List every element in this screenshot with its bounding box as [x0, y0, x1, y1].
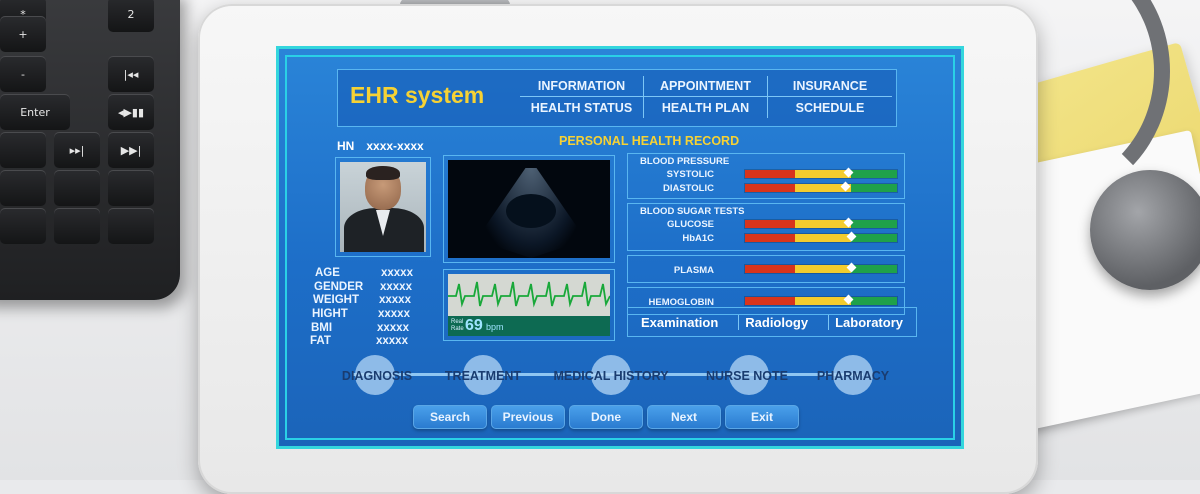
- keyboard-key: Enter: [0, 94, 70, 130]
- vital-value: xxxxx: [381, 267, 413, 279]
- blood-sugar-group: BLOOD SUGAR TESTS GLUCOSE HbA1C: [627, 203, 905, 251]
- search-button[interactable]: Search: [413, 405, 487, 429]
- vital-label: AGE: [315, 267, 340, 279]
- keyboard-key: -: [0, 56, 46, 92]
- hn-value: xxxx-xxxx: [366, 139, 424, 153]
- vital-label: HIGHT: [312, 308, 348, 321]
- action-buttons: Search Previous Done Next Exit: [413, 405, 799, 429]
- blood-sugar-title: BLOOD SUGAR TESTS: [640, 206, 745, 217]
- header-panel: EHR system INFORMATION APPOINTMENT INSUR…: [337, 69, 897, 127]
- keyboard-key: [108, 170, 154, 206]
- keyboard-key: [54, 170, 100, 206]
- keyboard-key: |◂◂: [108, 56, 154, 92]
- keyboard-key: [108, 208, 154, 244]
- ecg-monitor: Real Rate 69 bpm: [448, 274, 610, 336]
- previous-button[interactable]: Previous: [491, 405, 565, 429]
- heart-rate-value: 69: [465, 317, 483, 334]
- keyboard-key: ▸▸|: [54, 132, 100, 168]
- ultrasound-frame: [443, 155, 615, 263]
- ultrasound-image: [448, 160, 610, 258]
- vital-value: xxxxx: [378, 308, 410, 321]
- heart-rate-caption: Real Rate: [451, 319, 464, 332]
- lab-results-panel: BLOOD PRESSURE SYSTOLIC DIASTOLIC BLOOD …: [627, 153, 905, 319]
- timeline-treatment[interactable]: TREATMENT: [445, 369, 521, 383]
- care-timeline: DIAGNOSIS TREATMENT MEDICAL HISTORY NURS…: [333, 355, 893, 395]
- vital-label: FAT: [310, 335, 331, 348]
- lab-label: PLASMA: [673, 265, 714, 276]
- ultrasound-cavity: [506, 194, 556, 228]
- ecg-frame: Real Rate 69 bpm: [443, 269, 615, 341]
- vital-label: WEIGHT: [313, 294, 359, 307]
- level-bar: [745, 231, 897, 242]
- level-bar: [745, 167, 897, 178]
- level-bar: [745, 262, 897, 273]
- keyboard-key: 2: [108, 0, 154, 32]
- lab-row-glucose: GLUCOSE: [628, 217, 904, 231]
- keyboard-key: [0, 132, 46, 168]
- patient-photo-frame: [335, 157, 431, 257]
- vital-value: xxxxx: [380, 280, 412, 293]
- keyboard-key: +: [0, 16, 46, 52]
- vital-value: xxxxx: [377, 321, 409, 334]
- heart-rate-unit: bpm: [486, 322, 504, 332]
- plasma-group: PLASMA: [627, 255, 905, 283]
- timeline-pharmacy[interactable]: PHARMACY: [817, 369, 889, 383]
- blood-pressure-group: BLOOD PRESSURE SYSTOLIC DIASTOLIC: [627, 153, 905, 199]
- timeline-medical-history[interactable]: MEDICAL HISTORY: [553, 369, 668, 383]
- main-menu: INFORMATION APPOINTMENT INSURANCE HEALTH…: [520, 76, 892, 118]
- menu-appointment[interactable]: APPOINTMENT: [644, 76, 768, 97]
- lab-row-diastolic: DIASTOLIC: [628, 181, 904, 195]
- keyboard-key: [0, 208, 46, 244]
- lab-row-hba1c: HbA1C: [628, 231, 904, 245]
- menu-schedule[interactable]: SCHEDULE: [768, 97, 892, 118]
- record-tabs: Examination Radiology Laboratory: [627, 307, 917, 337]
- exit-button[interactable]: Exit: [725, 405, 799, 429]
- patient-photo: [340, 162, 426, 252]
- lab-label: GLUCOSE: [667, 219, 714, 230]
- keyboard-key: [54, 208, 100, 244]
- lab-row-systolic: SYSTOLIC: [628, 167, 904, 181]
- lab-row-plasma: PLASMA: [628, 256, 904, 282]
- keyboard-key: [0, 170, 46, 206]
- ecg-waveform: [448, 281, 610, 308]
- lab-label: SYSTOLIC: [666, 169, 714, 180]
- hn-label: HN: [337, 139, 355, 153]
- keyboard-key: ▶▶|: [108, 132, 154, 168]
- lab-label: HbA1C: [682, 233, 714, 244]
- keyboard-key: ◂▶▮▮: [108, 94, 154, 130]
- menu-health-status[interactable]: HEALTH STATUS: [520, 97, 644, 118]
- menu-insurance[interactable]: INSURANCE: [768, 76, 892, 97]
- record-title: PERSONAL HEALTH RECORD: [559, 134, 740, 148]
- timeline-diagnosis[interactable]: DIAGNOSIS: [342, 369, 412, 383]
- next-button[interactable]: Next: [647, 405, 721, 429]
- keyboard: * 2 + - Enter |◂◂ ◂▶▮▮ ▶▶| ▸▸|: [0, 0, 180, 300]
- done-button[interactable]: Done: [569, 405, 643, 429]
- menu-health-plan[interactable]: HEALTH PLAN: [644, 97, 768, 118]
- app-title: EHR system: [350, 82, 485, 108]
- tab-radiology[interactable]: Radiology: [738, 314, 814, 330]
- vital-value: xxxxx: [379, 294, 411, 307]
- photo-hair: [366, 166, 400, 180]
- vital-label: GENDER: [314, 280, 364, 293]
- vital-value: xxxxx: [376, 335, 408, 348]
- hospital-number: HN xxxx-xxxx: [337, 139, 424, 153]
- menu-information[interactable]: INFORMATION: [520, 76, 644, 97]
- ehr-screen: EHR system INFORMATION APPOINTMENT INSUR…: [276, 46, 964, 449]
- level-bar: [745, 181, 897, 192]
- vital-label: BMI: [311, 321, 333, 334]
- level-bar: [745, 217, 897, 228]
- lab-label: DIASTOLIC: [662, 183, 714, 194]
- heart-rate-readout: Real Rate 69 bpm: [448, 316, 610, 336]
- stethoscope-head: [1090, 170, 1200, 290]
- tab-examination[interactable]: Examination: [635, 315, 724, 330]
- timeline-nurse-note[interactable]: NURSE NOTE: [706, 369, 788, 383]
- tab-laboratory[interactable]: Laboratory: [828, 314, 909, 330]
- blood-pressure-title: BLOOD PRESSURE: [640, 156, 730, 167]
- level-bar: [745, 294, 897, 305]
